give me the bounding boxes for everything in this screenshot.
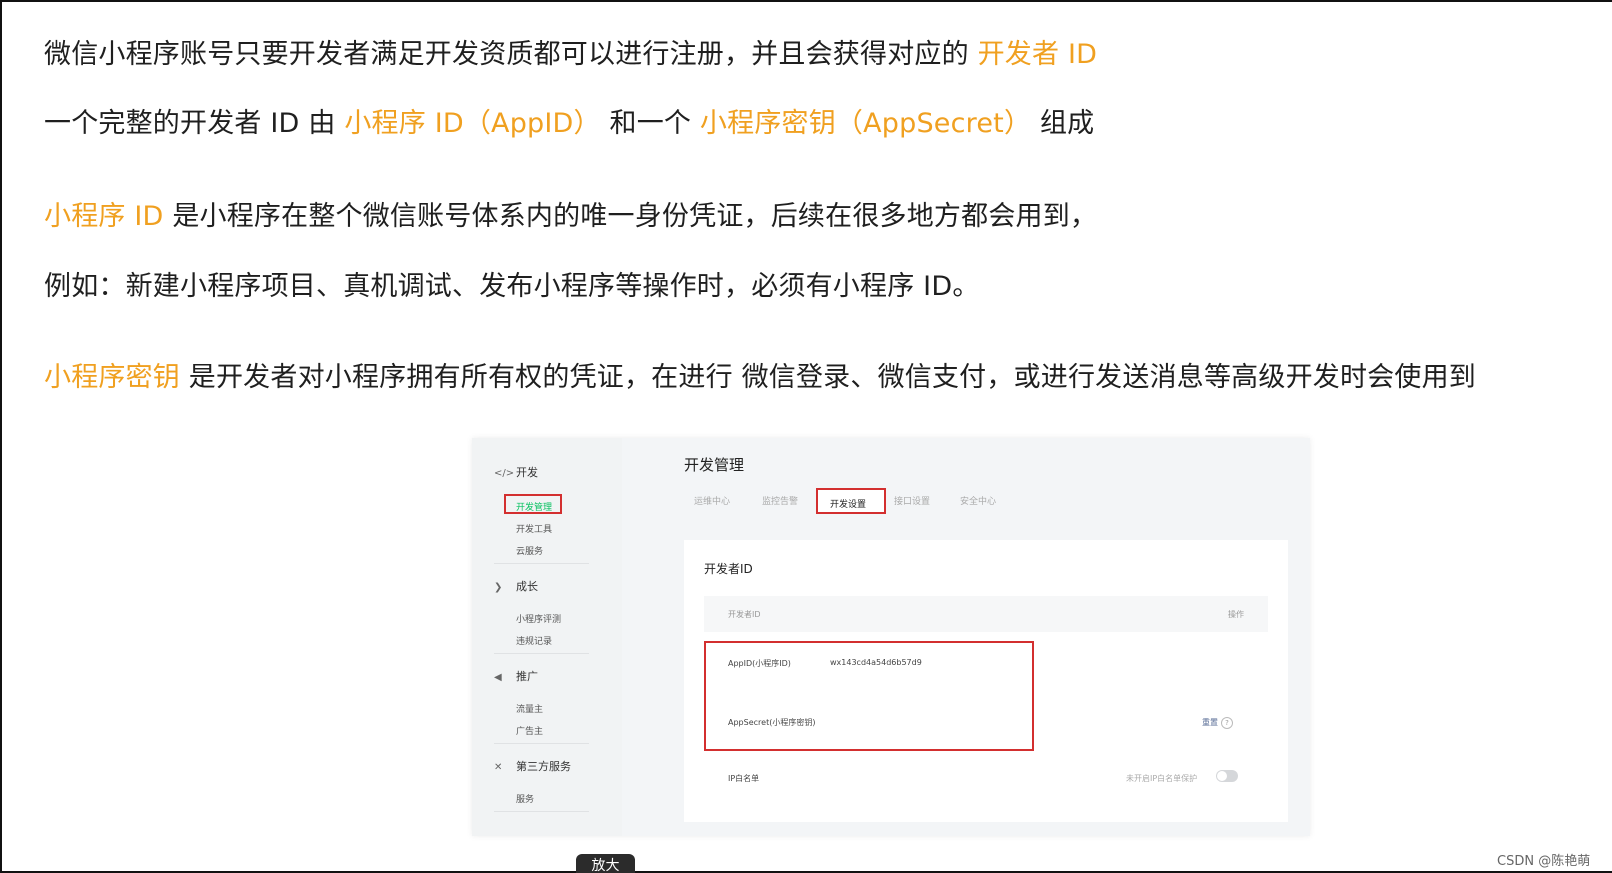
p2-highlight-appsecret: 小程序密钥（AppSecret） <box>699 108 1032 139</box>
tab-dev-settings-label: 开发设置 <box>830 500 867 510</box>
col-operation: 操作 <box>1228 610 1244 619</box>
col-developer-id: 开发者ID <box>728 610 761 619</box>
ip-whitelist-toggle <box>1216 770 1238 782</box>
sidebar-group-dev-label: 开发 <box>516 466 538 479</box>
chevron-down-icon: ❯ <box>494 582 503 593</box>
embedded-screenshot: </> 开发 开发管理 开发工具 云服务 ❯ 成长 小程序评测 违规记录 ◀ 推广 流… <box>472 438 1310 836</box>
code-icon: </> <box>494 468 515 479</box>
screenshot-page-title: 开发管理 <box>684 456 745 474</box>
sidebar-divider <box>494 563 589 564</box>
puzzle-icon: ✕ <box>494 762 503 773</box>
p1-text: 微信小程序账号只要开发者满足开发资质都可以进行注册，并且会获得对应的 <box>44 39 978 70</box>
sidebar-item-dev-manage: 开发管理 <box>504 494 562 514</box>
p3-text: 是小程序在整个微信账号体系内的唯一身份凭证，后续在很多地方都会用到， <box>163 201 1098 232</box>
paragraph-1: 微信小程序账号只要开发者满足开发资质都可以进行注册，并且会获得对应的 开发者 I… <box>44 32 1097 71</box>
sidebar-group-dev: </> 开发 <box>494 464 538 480</box>
p2-text-a: 一个完整的开发者 ID 由 <box>44 108 345 139</box>
reset-link: 重置 <box>1202 718 1218 727</box>
watermark: CSDN @陈艳萌 <box>1497 854 1591 869</box>
ip-whitelist-hint: 未开启IP白名单保护 <box>1126 774 1198 783</box>
ip-whitelist-label: IP白名单 <box>728 774 760 783</box>
tab-monitor: 监控告警 <box>762 497 799 507</box>
frame-top-border <box>0 0 1612 2</box>
p5-highlight: 小程序密钥 <box>44 362 180 393</box>
p4-text: 例如：新建小程序项目、真机调试、发布小程序等操作时，必须有小程序 ID。 <box>44 271 980 302</box>
sidebar-group-growth: ❯ 成长 <box>494 578 538 594</box>
sidebar-group-promo-label: 推广 <box>516 670 538 683</box>
paragraph-4: 例如：新建小程序项目、真机调试、发布小程序等操作时，必须有小程序 ID。 <box>44 264 980 303</box>
megaphone-icon: ◀ <box>494 672 502 683</box>
tab-api: 接口设置 <box>894 497 931 507</box>
table-header: 开发者ID 操作 <box>704 596 1268 632</box>
sidebar-item-violation: 违规记录 <box>516 637 553 647</box>
appid-value: wx143cd4a54d6b57d9 <box>830 658 922 667</box>
appsecret-reset: 重置? <box>1202 717 1233 729</box>
p1-highlight: 开发者 ID <box>977 39 1098 70</box>
p2-text-b: 和一个 <box>600 108 700 139</box>
sidebar-group-growth-label: 成长 <box>516 580 538 593</box>
tab-dev-settings: 开发设置 <box>816 488 886 514</box>
sidebar-item-advertiser: 广告主 <box>516 727 544 737</box>
sidebar-item-traffic: 流量主 <box>516 705 544 715</box>
screenshot-sidebar: </> 开发 开发管理 开发工具 云服务 ❯ 成长 小程序评测 违规记录 ◀ 推广 流… <box>472 438 622 836</box>
p2-text-c: 组成 <box>1031 108 1095 139</box>
p3-highlight: 小程序 ID <box>44 201 164 232</box>
sidebar-group-third-label: 第三方服务 <box>516 760 571 773</box>
tab-ops: 运维中心 <box>694 497 731 507</box>
developer-id-card: 开发者ID 开发者ID 操作 AppID(小程序ID) wx143cd4a54d… <box>684 540 1288 822</box>
sidebar-divider <box>494 811 589 812</box>
paragraph-2: 一个完整的开发者 ID 由 小程序 ID（AppID） 和一个 小程序密钥（Ap… <box>44 101 1094 140</box>
sidebar-group-promo: ◀ 推广 <box>494 668 538 684</box>
sidebar-item-cloud: 云服务 <box>516 547 544 557</box>
paragraph-3: 小程序 ID 是小程序在整个微信账号体系内的唯一身份凭证，后续在很多地方都会用到… <box>44 194 1097 233</box>
help-icon: ? <box>1221 717 1233 729</box>
p5-text: 是开发者对小程序拥有所有权的凭证，在进行 微信登录、微信支付，或进行发送消息等高… <box>180 362 1476 393</box>
sidebar-divider <box>494 743 589 744</box>
sidebar-divider <box>494 653 589 654</box>
zoom-button[interactable]: 放大 <box>576 854 635 873</box>
p2-highlight-appid: 小程序 ID（AppID） <box>344 108 601 139</box>
frame-left-border <box>0 0 2 873</box>
sidebar-group-third: ✕ 第三方服务 <box>494 758 571 774</box>
sidebar-item-dev-tools: 开发工具 <box>516 525 553 535</box>
appsecret-label: AppSecret(小程序密钥) <box>728 718 816 727</box>
appid-label: AppID(小程序ID) <box>728 659 791 668</box>
tab-security: 安全中心 <box>960 497 997 507</box>
sidebar-item-dev-manage-label: 开发管理 <box>516 503 553 513</box>
card-title: 开发者ID <box>704 562 753 576</box>
sidebar-item-review: 小程序评测 <box>516 615 562 625</box>
paragraph-5: 小程序密钥 是开发者对小程序拥有所有权的凭证，在进行 微信登录、微信支付，或进行… <box>44 355 1476 394</box>
sidebar-item-service: 服务 <box>516 795 535 805</box>
